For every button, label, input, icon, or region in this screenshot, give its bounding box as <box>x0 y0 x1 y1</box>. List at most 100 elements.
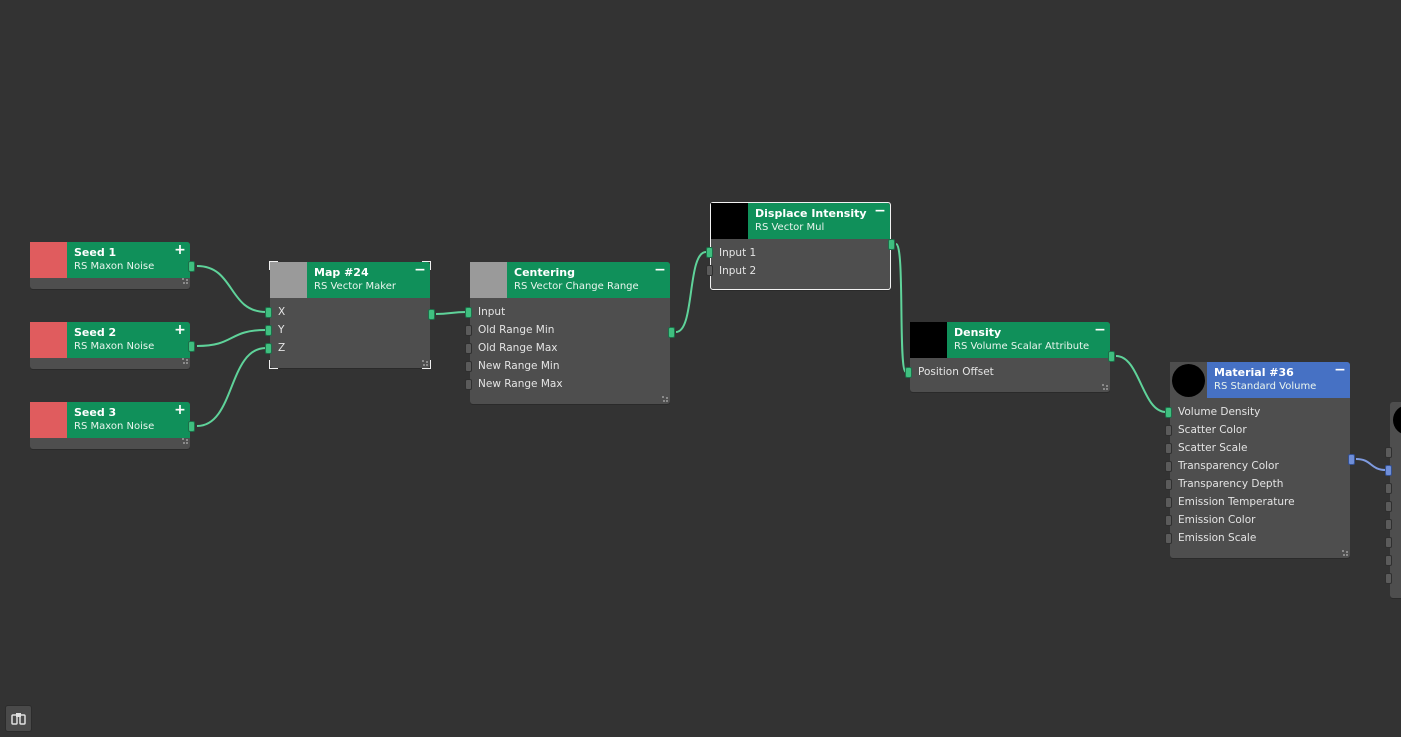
node-editor-canvas[interactable]: Seed 1 RS Maxon Noise + Seed 2 RS Maxon … <box>0 0 1401 737</box>
resize-grip-icon[interactable] <box>1342 550 1348 556</box>
input-port-scatter-scale[interactable] <box>1165 443 1172 454</box>
resize-grip-icon[interactable] <box>422 360 428 366</box>
output-port[interactable] <box>1108 351 1115 362</box>
expand-button[interactable]: + <box>174 243 186 257</box>
input-port-position-offset[interactable] <box>905 367 912 378</box>
wire-centering-to-displace <box>675 251 707 333</box>
noise-swatch <box>30 322 67 358</box>
expand-button[interactable]: + <box>174 323 186 337</box>
node-displace-intensity[interactable]: Displace Intensity RS Vector Mul − Input… <box>706 202 895 290</box>
node-centering[interactable]: Centering RS Vector Change Range − Input… <box>465 262 675 404</box>
input-port[interactable] <box>1385 537 1392 548</box>
wire-displace-to-density <box>895 243 907 373</box>
input-port-transparency-color[interactable] <box>1165 461 1172 472</box>
node-type: RS Volume Scalar Attribute <box>954 341 1090 352</box>
input-port-input-2[interactable] <box>706 265 713 276</box>
input-label: Input <box>478 306 506 318</box>
resize-grip-icon[interactable] <box>182 278 188 284</box>
input-port[interactable] <box>1385 573 1392 584</box>
input-label: Transparency Depth <box>1178 478 1284 490</box>
input-port-new-range-min[interactable] <box>465 361 472 372</box>
input-label: Emission Scale <box>1178 532 1257 544</box>
node-header[interactable]: Density RS Volume Scalar Attribute − <box>910 322 1110 358</box>
node-type: RS Vector Change Range <box>514 281 639 292</box>
node-title: Centering <box>514 266 575 279</box>
collapse-button[interactable]: − <box>1094 323 1106 337</box>
input-port-y[interactable] <box>265 325 272 336</box>
input-x-label: X <box>278 306 286 318</box>
input-port-x[interactable] <box>265 307 272 318</box>
output-port[interactable] <box>428 309 435 320</box>
node-material-36[interactable]: Material #36 RS Standard Volume − Volume… <box>1165 362 1355 558</box>
node-header[interactable]: Seed 3 RS Maxon Noise + <box>30 402 190 438</box>
node-header[interactable]: Map #24 RS Vector Maker − <box>270 262 430 298</box>
input-port-input-1[interactable] <box>706 247 713 258</box>
node-header[interactable]: Displace Intensity RS Vector Mul − <box>711 203 890 239</box>
input-port[interactable] <box>1385 519 1392 530</box>
output-port[interactable] <box>888 239 895 250</box>
resize-grip-icon[interactable] <box>1102 384 1108 390</box>
output-port[interactable] <box>668 327 675 338</box>
node-type: RS Standard Volume <box>1214 381 1317 392</box>
input-port-emission-color[interactable] <box>1165 515 1172 526</box>
output-port[interactable] <box>1348 454 1355 465</box>
node-title: Density <box>954 326 1002 339</box>
input-port-emission-scale[interactable] <box>1165 533 1172 544</box>
collapse-button[interactable]: − <box>414 263 426 277</box>
black-swatch <box>711 203 748 239</box>
input-port-old-range-min[interactable] <box>465 325 472 336</box>
output-port[interactable] <box>188 261 195 272</box>
input-port-volume-density[interactable] <box>1165 407 1172 418</box>
input-port-old-range-max[interactable] <box>465 343 472 354</box>
input-port[interactable] <box>1385 447 1392 458</box>
collapse-button[interactable]: − <box>654 263 666 277</box>
node-title: Displace Intensity <box>755 207 867 220</box>
node-header[interactable]: Centering RS Vector Change Range − <box>470 262 670 298</box>
node-title: Seed 1 <box>74 246 117 259</box>
resize-grip-icon[interactable] <box>182 438 188 444</box>
input-label: Emission Color <box>1178 514 1256 526</box>
node-header[interactable]: Seed 2 RS Maxon Noise + <box>30 322 190 358</box>
wire-seed1-to-map-x <box>196 265 267 313</box>
node-title: Map #24 <box>314 266 369 279</box>
wire-seed2-to-map-y <box>196 329 267 347</box>
node-map-24[interactable]: Map #24 RS Vector Maker − X Y Z <box>265 261 435 369</box>
output-port[interactable] <box>188 421 195 432</box>
input-port[interactable] <box>1385 555 1392 566</box>
expand-button[interactable]: + <box>174 403 186 417</box>
node-type: RS Vector Mul <box>755 222 825 233</box>
input-y-label: Y <box>278 324 285 336</box>
wire-seed3-to-map-z <box>196 347 267 427</box>
input-port[interactable] <box>1385 501 1392 512</box>
node-density[interactable]: Density RS Volume Scalar Attribute − Pos… <box>905 322 1115 392</box>
input-port-transparency-depth[interactable] <box>1165 479 1172 490</box>
input-port[interactable] <box>1385 465 1392 476</box>
input-port[interactable] <box>1385 483 1392 494</box>
input-port-scatter-color[interactable] <box>1165 425 1172 436</box>
input-port-new-range-max[interactable] <box>465 379 472 390</box>
black-swatch <box>910 322 947 358</box>
node-header[interactable]: Seed 1 RS Maxon Noise + <box>30 242 190 278</box>
navigator-button[interactable] <box>5 705 32 732</box>
input-label: Scatter Scale <box>1178 442 1248 454</box>
input-label: Old Range Max <box>478 342 558 354</box>
noise-swatch <box>30 402 67 438</box>
input-port-z[interactable] <box>265 343 272 354</box>
input-label: Emission Temperature <box>1178 496 1295 508</box>
output-port[interactable] <box>188 341 195 352</box>
input-label: New Range Min <box>478 360 560 372</box>
input-port-emission-temperature[interactable] <box>1165 497 1172 508</box>
resize-grip-icon[interactable] <box>182 358 188 364</box>
node-seed-1[interactable]: Seed 1 RS Maxon Noise + <box>30 242 195 289</box>
node-seed-3[interactable]: Seed 3 RS Maxon Noise + <box>30 402 195 449</box>
collapse-button[interactable]: − <box>1334 363 1346 377</box>
node-header[interactable]: Material #36 RS Standard Volume − <box>1170 362 1350 398</box>
sphere-preview <box>1170 362 1207 398</box>
resize-grip-icon[interactable] <box>662 396 668 402</box>
node-title: Material #36 <box>1214 366 1294 379</box>
input-port-input[interactable] <box>465 307 472 318</box>
node-title: Seed 2 <box>74 326 117 339</box>
collapse-button[interactable]: − <box>874 204 886 218</box>
node-seed-2[interactable]: Seed 2 RS Maxon Noise + <box>30 322 195 369</box>
node-output-partial[interactable] <box>1385 402 1401 598</box>
